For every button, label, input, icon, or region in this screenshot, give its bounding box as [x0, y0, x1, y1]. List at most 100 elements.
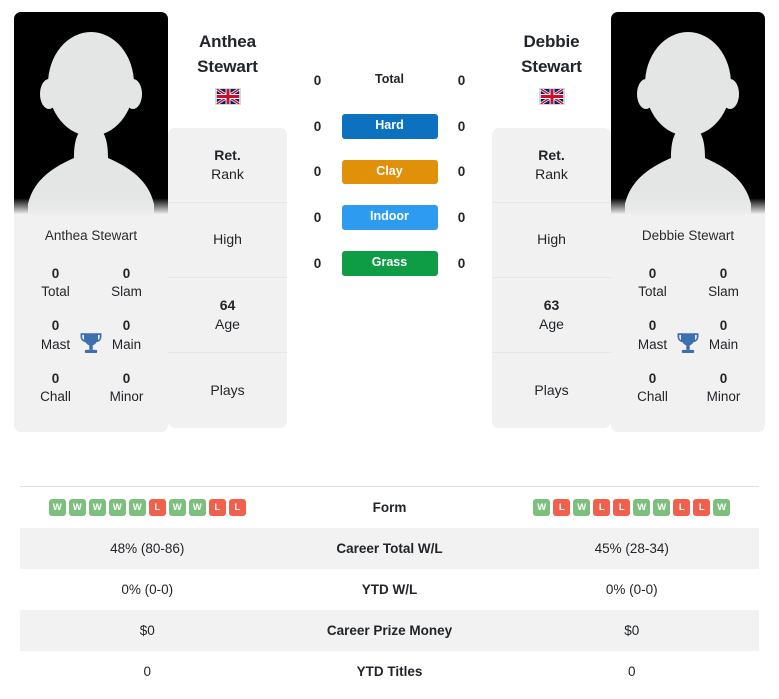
form-badge-win: W	[713, 499, 731, 516]
comparison-header: Anthea Stewart 0 Total 0 Slam 0 Mast 0 M…	[0, 0, 779, 478]
left-surface-value: 0	[313, 164, 322, 180]
info-row-label: Rank	[535, 166, 568, 183]
photo-fade	[14, 198, 168, 214]
info-row-label: Plays	[210, 381, 245, 398]
title-stat-value: 0	[648, 370, 657, 386]
stat-label-career-total-wl: Career Total W/L	[336, 541, 443, 556]
right-player-name: Debbie Stewart	[521, 30, 582, 79]
stats-comparison-table: WWWWWLWWLL Form WLWLLWWLLW 48% (80-86) C…	[20, 486, 759, 692]
surface-badge-hard[interactable]: Hard	[341, 113, 438, 139]
left-career-total-wl: 48% (80-86)	[110, 541, 185, 556]
title-stat-label: Slam	[708, 284, 739, 300]
surface-badge-clay[interactable]: Clay	[341, 159, 438, 185]
title-stat-value: 0	[719, 370, 728, 386]
title-stat-value: 0	[648, 266, 657, 281]
left-surface-value: 0	[313, 118, 322, 134]
title-stat-value: 0	[719, 266, 728, 281]
stat-label-career-prize-money: Career Prize Money	[326, 623, 453, 638]
info-row-plays: Plays	[492, 353, 611, 428]
right-form-strip: WLWLLWWLLW	[533, 499, 731, 516]
left-surface-value: 0	[313, 255, 322, 271]
form-badge-win: W	[633, 499, 651, 516]
stat-label-ytd-titles: YTD Titles	[356, 664, 423, 679]
form-badge-loss: L	[208, 499, 226, 516]
right-player-photo	[611, 12, 765, 214]
info-row-high: High	[168, 203, 287, 279]
left-player-info-column: Anthea Stewart Ret. Rank High 64 Age Pla…	[168, 12, 287, 429]
info-row-rank: Ret. Rank	[168, 128, 287, 204]
right-surface-value: 0	[457, 72, 466, 88]
player-silhouette-icon	[28, 32, 154, 214]
title-stat-chall: 0 Chall	[617, 364, 688, 416]
title-stat-label: Chall	[40, 389, 71, 405]
table-row: WWWWWLWWLL Form WLWLLWWLLW	[20, 487, 759, 528]
right-player-last-name: Stewart	[521, 56, 582, 76]
title-stat-label: Slam	[111, 284, 142, 300]
left-player-first-name: Anthea	[198, 32, 257, 51]
form-badge-loss: L	[553, 499, 571, 516]
surface-row-grass: 0 Grass 0	[287, 251, 492, 276]
info-row-age: 63 Age	[492, 278, 611, 354]
form-badge-win: W	[653, 499, 671, 516]
trophy-icon	[677, 332, 699, 353]
left-form-strip: WWWWWLWWLL	[48, 499, 246, 516]
info-row-age: 64 Age	[168, 278, 287, 354]
form-badge-loss: L	[613, 499, 631, 516]
info-row-label: High	[213, 231, 242, 248]
form-badge-win: W	[88, 499, 106, 516]
title-stat-label: Total	[638, 284, 667, 300]
form-badge-loss: L	[228, 499, 246, 516]
surface-comparison-column: 0 Total 0 0 Hard 0 0 Clay 0 0 Indoor 0 0	[287, 12, 492, 276]
form-badge-loss: L	[673, 499, 691, 516]
surface-row-indoor: 0 Indoor 0	[287, 205, 492, 230]
info-row-label: Plays	[534, 381, 569, 398]
table-row: $0 Career Prize Money $0	[20, 610, 759, 651]
table-row: 48% (80-86) Career Total W/L 45% (28-34)	[20, 528, 759, 569]
info-row-value: 63	[543, 296, 560, 313]
right-career-total-wl: 45% (28-34)	[594, 541, 669, 556]
right-surface-value: 0	[457, 255, 466, 271]
stat-label-form: Form	[372, 500, 407, 515]
right-titles-grid: 0 Total 0 Slam 0 Mast 0 Main 0 Chall 0 M…	[611, 259, 765, 432]
surface-badge-grass[interactable]: Grass	[341, 251, 438, 276]
uk-flag-icon	[214, 88, 241, 106]
form-badge-win: W	[573, 499, 591, 516]
info-row-plays: Plays	[168, 353, 287, 428]
title-stat-chall: 0 Chall	[20, 364, 91, 416]
surface-badge-total: Total	[375, 72, 404, 86]
info-row-high: High	[492, 203, 611, 279]
form-badge-loss: L	[593, 499, 611, 516]
title-stat-label: Minor	[706, 389, 741, 405]
photo-fade	[611, 198, 765, 214]
form-badge-win: W	[68, 499, 86, 516]
left-surface-value: 0	[313, 210, 322, 226]
right-player-card[interactable]: Debbie Stewart 0 Total 0 Slam 0 Mast 0 M…	[611, 12, 765, 433]
form-badge-win: W	[168, 499, 186, 516]
info-row-value: 64	[219, 296, 236, 313]
form-badge-win: W	[188, 499, 206, 516]
title-stat-value: 0	[51, 266, 60, 281]
right-surface-value: 0	[457, 210, 466, 226]
left-info-card: Ret. Rank High 64 Age Plays	[168, 128, 287, 429]
title-stat-value: 0	[51, 370, 60, 386]
title-stat-label: Minor	[109, 389, 144, 405]
left-titles-grid: 0 Total 0 Slam 0 Mast 0 Main 0 Chall 0 M…	[14, 259, 168, 432]
right-player-card-name: Debbie Stewart	[641, 228, 735, 243]
right-player-info-column: Debbie Stewart Ret. Rank High 63 Age Pla…	[492, 12, 611, 429]
title-stat-slam: 0 Slam	[688, 259, 759, 311]
info-row-value: Ret.	[214, 146, 241, 163]
info-row-label: Age	[215, 316, 240, 333]
info-row-rank: Ret. Rank	[492, 128, 611, 204]
left-player-card[interactable]: Anthea Stewart 0 Total 0 Slam 0 Mast 0 M…	[14, 12, 168, 433]
title-stat-slam: 0 Slam	[91, 259, 162, 311]
left-player-name: Anthea Stewart	[197, 30, 258, 79]
info-row-label: High	[537, 231, 566, 248]
right-surface-value: 0	[457, 164, 466, 180]
info-row-label: Age	[539, 316, 564, 333]
right-surface-value: 0	[457, 118, 466, 134]
title-stat-value: 0	[122, 266, 131, 281]
form-badge-loss: L	[693, 499, 711, 516]
right-ytd-titles: 0	[627, 664, 636, 679]
surface-badge-indoor[interactable]: Indoor	[341, 205, 438, 230]
player-comparison-page: Anthea Stewart 0 Total 0 Slam 0 Mast 0 M…	[0, 0, 779, 699]
